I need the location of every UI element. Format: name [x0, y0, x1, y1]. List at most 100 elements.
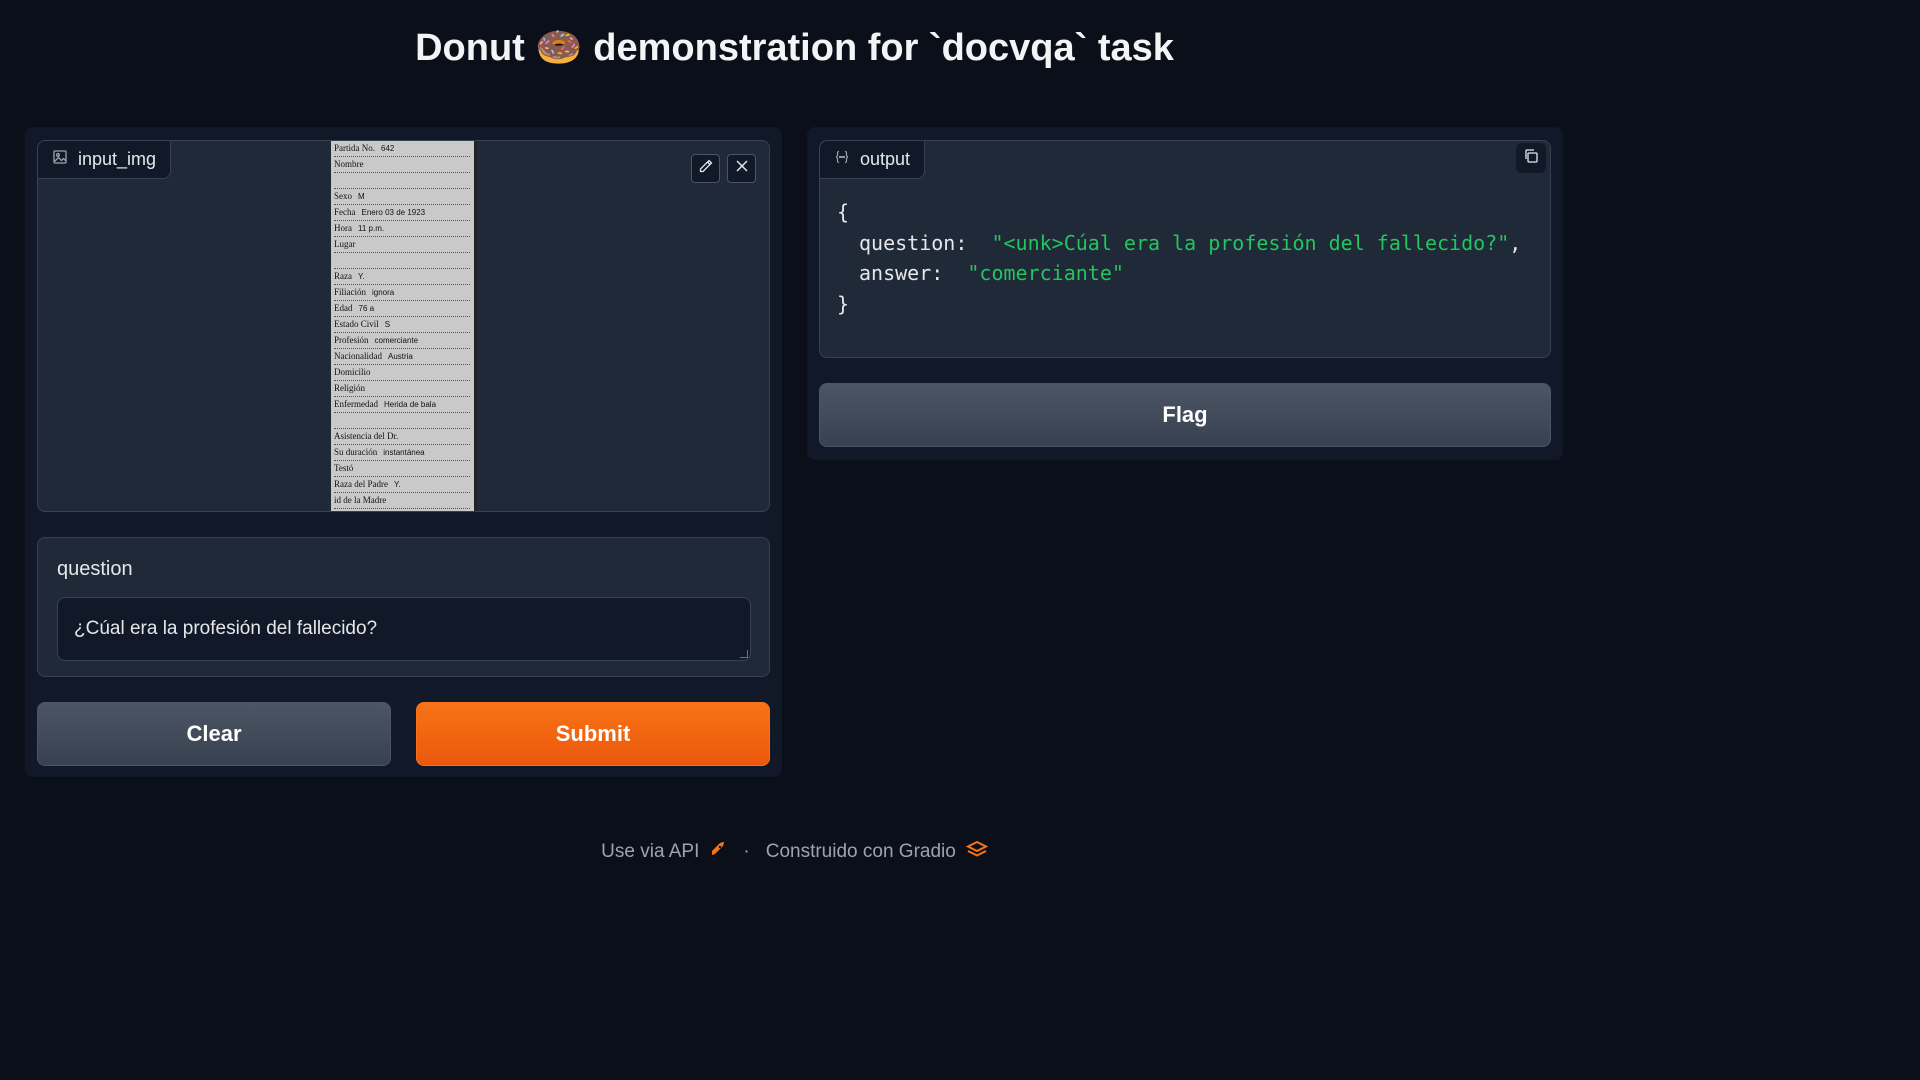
- pencil-icon: [698, 158, 714, 179]
- copy-button[interactable]: [1516, 143, 1546, 173]
- output-panel: output { question: "<unk>Cúal era la pro…: [807, 127, 1563, 460]
- question-input-value: ¿Cúal era la profesión del fallecido?: [74, 618, 378, 639]
- submit-button[interactable]: Submit: [416, 702, 770, 766]
- json-question-value: "<unk>Cúal era la profesión del fallecid…: [991, 230, 1510, 255]
- document-field: Testó: [334, 463, 354, 473]
- json-answer-key: answer:: [859, 261, 944, 285]
- document-row: Lugar: [334, 239, 470, 253]
- document-value: Herida de bala: [383, 400, 437, 409]
- document-value: instantánea: [383, 448, 425, 457]
- json-question-line: question: "<unk>Cúal era la profesión de…: [837, 228, 1530, 259]
- gradio-logo-icon: [965, 840, 989, 864]
- document-row: Filiación ignora: [334, 287, 470, 301]
- resize-handle[interactable]: [740, 650, 748, 658]
- json-comma: ,: [1509, 230, 1522, 255]
- document-row: Enfermedad Herida de bala: [334, 399, 470, 413]
- document-field: Asistencia del Dr.: [334, 431, 399, 441]
- document-field: Nombre: [334, 159, 364, 169]
- use-via-api-link[interactable]: Use via API: [601, 840, 727, 864]
- json-output: output { question: "<unk>Cúal era la pro…: [819, 140, 1551, 358]
- document-field: Profesión: [334, 335, 369, 345]
- document-value: ignora: [372, 288, 395, 297]
- remove-image-button[interactable]: [727, 154, 756, 183]
- document-row: Nombre: [334, 159, 470, 173]
- edit-image-button[interactable]: [691, 154, 720, 183]
- clear-button[interactable]: Clear: [37, 702, 391, 766]
- document-field: Domicilio: [334, 367, 371, 377]
- document-row: Estado Civil S: [334, 319, 470, 333]
- document-value: Enero 03 de 1923: [361, 208, 426, 217]
- close-icon: [734, 158, 750, 179]
- document-field: Edad: [334, 303, 353, 313]
- document-field: Enfermedad: [334, 399, 378, 409]
- document-field: Lugar: [334, 239, 356, 249]
- document-field: Fecha: [334, 207, 356, 217]
- built-with-gradio-link[interactable]: Construido con Gradio: [765, 840, 989, 864]
- document-field: Sexo: [334, 191, 352, 201]
- document-value: Y.: [393, 480, 401, 489]
- document-value: 76 a: [358, 304, 375, 313]
- json-answer-value: "comerciante": [967, 261, 1124, 285]
- document-value: S: [384, 320, 391, 329]
- document-row: Su duración instantánea: [334, 447, 470, 461]
- document-value: Y.: [358, 272, 365, 281]
- document-row: Sexo M: [334, 191, 470, 205]
- document-row: Raza del Padre Y.: [334, 479, 470, 493]
- input-img-label: input_img: [38, 141, 172, 179]
- document-row: Hora 11 p.m.: [334, 223, 470, 237]
- document-field: Hora: [334, 223, 352, 233]
- page-title: Donut 🍩 demonstration for `docvqa` task: [415, 27, 1174, 69]
- json-question-key: question:: [859, 230, 968, 255]
- document-row: Partida No. 642: [334, 143, 470, 157]
- footer-separator: ·: [743, 841, 750, 862]
- output-label: output: [820, 141, 926, 179]
- document-value: Austria: [387, 352, 413, 361]
- document-field: id de la Madre: [334, 495, 387, 505]
- built-with-text: Construido con Gradio: [765, 841, 956, 862]
- document-row: Asistencia del Dr.: [334, 431, 470, 445]
- document-value: 642: [381, 144, 395, 153]
- rocket-icon: [709, 840, 727, 864]
- json-answer-line: answer: "comerciante": [837, 258, 1530, 289]
- output-label-text: output: [860, 149, 911, 169]
- document-row: Nacionalidad Austria: [334, 351, 470, 365]
- flag-button[interactable]: Flag: [819, 383, 1551, 447]
- document-field: Raza del Padre: [334, 479, 388, 489]
- document-value: M: [358, 192, 365, 201]
- document-field: Estado Civil: [334, 319, 379, 329]
- input-panel: Partida No. 642 Nombre Sexo M Fecha Enero 03 d…: [25, 127, 782, 777]
- document-field: Religión: [334, 383, 365, 393]
- image-upload[interactable]: Partida No. 642 Nombre Sexo M Fecha Enero 03 d…: [37, 140, 770, 512]
- footer: Use via API · Construido con Gradio: [0, 840, 1589, 864]
- document-row: id de la Madre: [334, 495, 470, 509]
- use-via-api-text: Use via API: [601, 841, 700, 862]
- document-field: Filiación: [334, 287, 366, 297]
- document-field: Raza: [334, 271, 352, 281]
- document-image: Partida No. 642 Nombre Sexo M Fecha Enero 03 d…: [331, 141, 477, 511]
- document-row: [334, 255, 470, 269]
- document-field: Su duración: [334, 447, 378, 457]
- json-close-brace: }: [837, 291, 850, 316]
- document-row: Religión: [334, 383, 470, 397]
- document-row: Domicilio: [334, 367, 470, 381]
- document-row: Fecha Enero 03 de 1923: [334, 207, 470, 221]
- document-row: Profesión comerciante: [334, 335, 470, 349]
- document-row: Edad 76 a: [334, 303, 470, 317]
- question-input[interactable]: ¿Cúal era la profesión del fallecido?: [57, 597, 751, 661]
- json-content: { question: "<unk>Cúal era la profesión …: [837, 197, 1530, 319]
- image-icon: [52, 149, 68, 170]
- json-icon: [834, 149, 850, 170]
- document-value: comerciante: [374, 336, 419, 345]
- document-row: Raza Y.: [334, 271, 470, 285]
- question-label: question: [57, 558, 133, 580]
- document-value: 11 p.m.: [358, 224, 385, 233]
- document-field: Partida No.: [334, 143, 375, 153]
- document-row: [334, 415, 470, 429]
- document-row: [334, 175, 470, 189]
- json-open-brace: {: [837, 200, 850, 224]
- question-block: question ¿Cúal era la profesión del fall…: [37, 537, 770, 677]
- document-row: Testó: [334, 463, 470, 477]
- copy-icon: [1523, 148, 1539, 169]
- input-img-label-text: input_img: [78, 149, 157, 169]
- document-field: Nacionalidad: [334, 351, 382, 361]
